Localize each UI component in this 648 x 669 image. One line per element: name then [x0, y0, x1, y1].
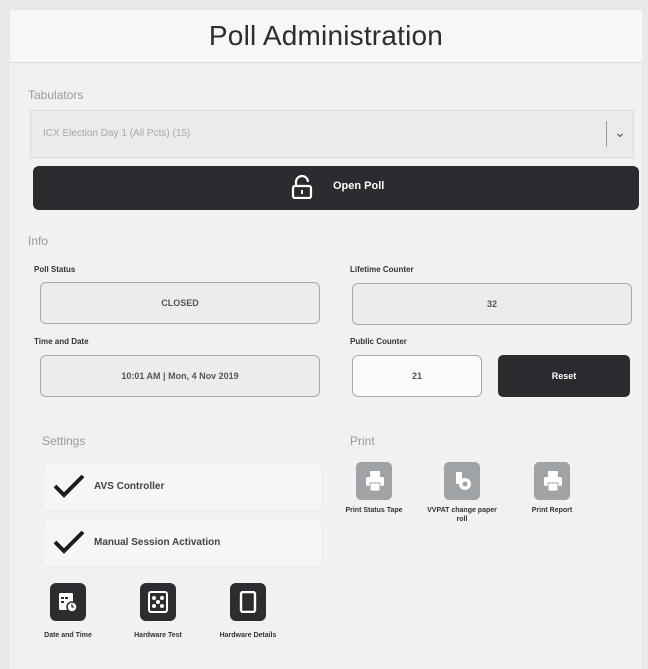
hardware-details-button[interactable] [230, 583, 266, 621]
device-icon [239, 591, 257, 613]
reset-button[interactable]: Reset [498, 355, 630, 397]
tabulator-select-value: ICX Election Day 1 (All Pcts) (15) [43, 128, 191, 139]
unlock-icon [291, 174, 313, 204]
hardware-test-icon [148, 591, 168, 613]
info-section-label: Info [28, 234, 49, 248]
checkmark-icon [53, 530, 85, 554]
time-date-label: Time and Date [34, 337, 89, 346]
poll-status-label: Poll Status [34, 265, 76, 274]
print-status-tape-label: Print Status Tape [345, 507, 403, 514]
avs-controller-checkbox[interactable]: AVS Controller [44, 464, 322, 510]
open-poll-button[interactable]: Open Poll [33, 166, 639, 210]
change-paper-roll-button[interactable] [444, 462, 480, 500]
public-counter-field: 21 [352, 355, 482, 397]
print-report-button[interactable] [534, 462, 570, 500]
settings-section-label: Settings [42, 434, 86, 448]
tabulators-section-label: Tabulators [28, 88, 84, 102]
title-bar: Poll Administration [10, 10, 642, 63]
lifetime-counter-field: 32 [352, 283, 632, 325]
checkmark-icon [53, 474, 85, 498]
tabulator-select[interactable]: ICX Election Day 1 (All Pcts) (15) ⌄ [30, 110, 634, 158]
public-counter-label: Public Counter [350, 337, 407, 346]
hardware-test-label: Hardware Test [134, 632, 182, 639]
calendar-clock-icon [59, 593, 78, 613]
change-paper-roll-label: VVPAT change paper roll [427, 507, 497, 523]
print-section-label: Print [350, 434, 375, 448]
time-date-field: 10:01 AM | Mon, 4 Nov 2019 [40, 355, 320, 397]
hardware-details-label: Hardware Details [219, 632, 277, 639]
poll-status-field: CLOSED [40, 282, 320, 324]
date-and-time-button[interactable] [50, 583, 86, 621]
page-title: Poll Administration [208, 20, 444, 51]
print-status-tape-button[interactable] [356, 462, 392, 500]
printer-icon [366, 471, 384, 492]
paper-roll-icon [456, 472, 471, 490]
select-divider [606, 121, 607, 147]
lifetime-counter-label: Lifetime Counter [350, 265, 414, 274]
poll-admin-screen: Poll Administration Tabulators ICX Elect… [10, 10, 642, 669]
hardware-test-button[interactable] [140, 583, 176, 621]
open-poll-label: Open Poll [333, 180, 385, 192]
printer-icon [544, 471, 562, 492]
manual-session-activation-label: Manual Session Activation [94, 537, 221, 548]
chevron-down-icon[interactable]: ⌄ [614, 124, 626, 141]
date-and-time-label: Date and Time [44, 632, 92, 639]
manual-session-activation-checkbox[interactable]: Manual Session Activation [44, 520, 322, 566]
print-report-label: Print Report [531, 507, 573, 514]
avs-controller-label: AVS Controller [94, 481, 165, 492]
